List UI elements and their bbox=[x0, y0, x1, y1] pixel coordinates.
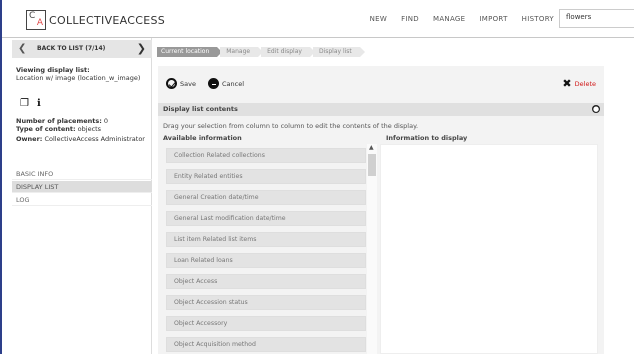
next-record-icon[interactable]: ❯ bbox=[137, 42, 146, 55]
record-meta: Number of placements: 0 Type of content:… bbox=[16, 117, 146, 143]
breadcrumb-manage[interactable]: Manage bbox=[220, 47, 263, 57]
back-to-list-bar: ❮ BACK TO LIST (7/14) ❯ bbox=[12, 40, 152, 58]
available-item[interactable]: Object Access bbox=[166, 274, 366, 289]
collapse-toggle-icon[interactable]: ● bbox=[592, 105, 600, 113]
nav-new[interactable]: NEW bbox=[370, 15, 387, 23]
display-header: Information to display bbox=[386, 134, 468, 142]
back-chevron-icon[interactable]: ❮ bbox=[18, 43, 26, 54]
placements-label: Number of placements: bbox=[16, 117, 102, 125]
instruction-text: Drag your selection from column to colum… bbox=[163, 122, 419, 130]
available-item[interactable]: List item Related list items bbox=[166, 232, 366, 247]
main-content: Current location Manage Edit display Dis… bbox=[152, 38, 634, 354]
scroll-thumb[interactable] bbox=[368, 154, 376, 176]
sidebar-item-log[interactable]: LOG bbox=[12, 194, 152, 206]
cancel-button[interactable]: Cancel bbox=[208, 78, 244, 89]
sidebar-item-display-list[interactable]: DISPLAY LIST bbox=[12, 181, 152, 193]
available-item[interactable]: Object Accessory bbox=[166, 316, 366, 331]
content-type-value: objects bbox=[77, 125, 102, 133]
viewing-info: Viewing display list: Location w/ image … bbox=[16, 66, 146, 82]
logo[interactable]: CA COLLECTIVEACCESS bbox=[26, 10, 165, 30]
available-item[interactable]: Entity Related entities bbox=[166, 169, 366, 184]
available-list: Collection Related collections Entity Re… bbox=[166, 148, 366, 354]
sidebar-nav: BASIC INFO DISPLAY LIST LOG bbox=[12, 168, 152, 207]
available-header: Available information bbox=[163, 134, 242, 142]
content-type-label: Type of content: bbox=[16, 125, 76, 133]
info-icon[interactable]: ℹ bbox=[37, 98, 41, 109]
check-circle-icon bbox=[166, 78, 177, 89]
scroll-up-icon[interactable]: ▲ bbox=[369, 144, 374, 151]
breadcrumb-edit-display[interactable]: Edit display bbox=[261, 47, 315, 57]
available-item[interactable]: Object Accession status bbox=[166, 295, 366, 310]
search-input[interactable]: flowers bbox=[559, 9, 634, 28]
section-header: Display list contents ● bbox=[158, 103, 604, 116]
save-button[interactable]: Save bbox=[166, 78, 196, 89]
available-item[interactable]: Loan Related loans bbox=[166, 253, 366, 268]
breadcrumb-display-list[interactable]: Display list bbox=[312, 47, 365, 57]
available-item[interactable]: General Last modification date/time bbox=[166, 211, 366, 226]
cancel-label: Cancel bbox=[222, 79, 245, 88]
top-bar: CA COLLECTIVEACCESS NEW FIND MANAGE IMPO… bbox=[2, 0, 634, 38]
action-bar: Save Cancel ✖ Delete bbox=[158, 66, 604, 102]
minus-circle-icon bbox=[208, 78, 219, 89]
available-item[interactable]: General Creation date/time bbox=[166, 190, 366, 205]
back-to-list-button[interactable]: BACK TO LIST (7/14) bbox=[37, 45, 105, 52]
duplicate-icon[interactable]: ❐ bbox=[20, 98, 29, 109]
sidebar-item-basic-info[interactable]: BASIC INFO bbox=[12, 168, 152, 180]
nav-history[interactable]: HISTORY bbox=[522, 15, 554, 23]
delete-x-icon: ✖ bbox=[562, 77, 572, 90]
available-list-scrollbar[interactable]: ▲ bbox=[367, 144, 377, 354]
available-item[interactable]: Collection Related collections bbox=[166, 148, 366, 163]
nav-find[interactable]: FIND bbox=[401, 15, 419, 23]
top-nav: NEW FIND MANAGE IMPORT HISTORY bbox=[370, 15, 554, 23]
owner-label: Owner: bbox=[16, 135, 43, 143]
breadcrumb: Current location Manage Edit display Dis… bbox=[157, 47, 365, 57]
breadcrumb-current-location[interactable]: Current location bbox=[157, 47, 223, 57]
save-label: Save bbox=[180, 79, 196, 88]
nav-import[interactable]: IMPORT bbox=[479, 15, 507, 23]
delete-label: Delete bbox=[574, 79, 596, 88]
available-item[interactable]: Object Acquisition method bbox=[166, 337, 366, 352]
sidebar: ❮ BACK TO LIST (7/14) ❯ Viewing display … bbox=[12, 38, 152, 354]
delete-button[interactable]: ✖ Delete bbox=[562, 77, 596, 90]
logo-text: COLLECTIVEACCESS bbox=[49, 13, 166, 27]
nav-manage[interactable]: MANAGE bbox=[433, 15, 465, 23]
editor-panel: Save Cancel ✖ Delete Display list conten… bbox=[158, 66, 604, 354]
placements-value: 0 bbox=[103, 117, 109, 125]
display-drop-area[interactable] bbox=[380, 144, 598, 354]
sidebar-icons: ❐ ℹ bbox=[20, 98, 41, 109]
viewing-value: Location w/ image (location_w_image) bbox=[16, 74, 141, 82]
viewing-label: Viewing display list: bbox=[16, 66, 90, 74]
owner-value: CollectiveAccess Administrator bbox=[44, 135, 145, 143]
section-title: Display list contents bbox=[163, 105, 238, 113]
logo-mark-icon: CA bbox=[26, 10, 46, 30]
